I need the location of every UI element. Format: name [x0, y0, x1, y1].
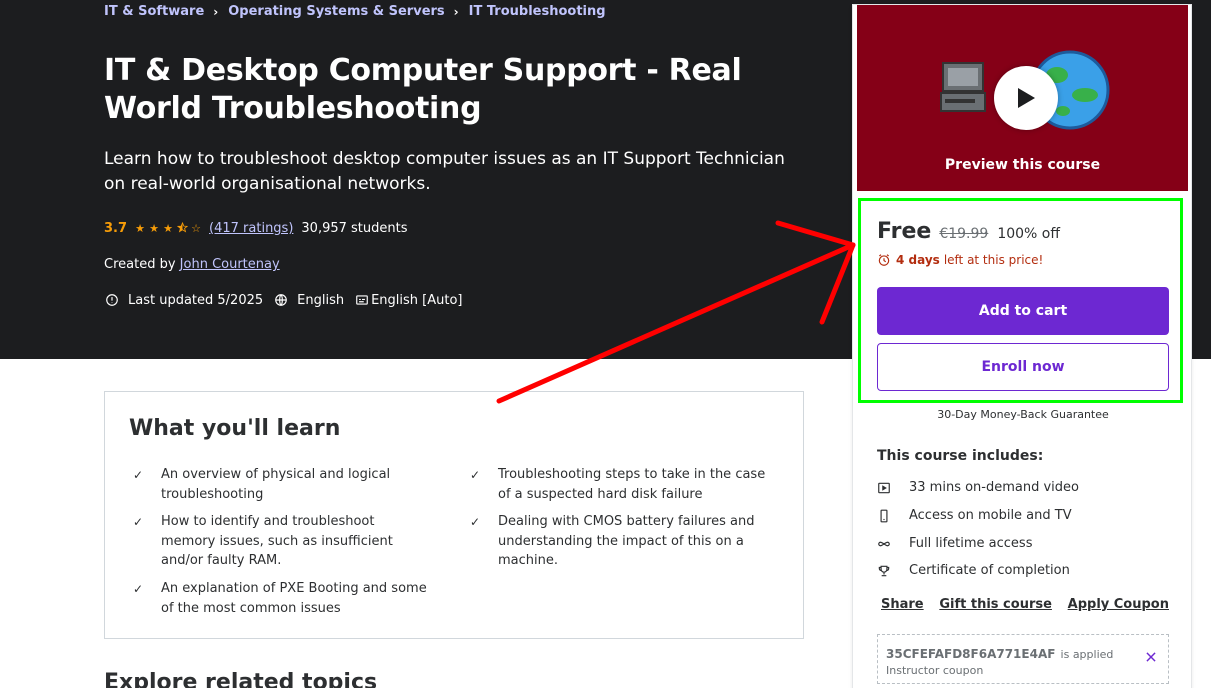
breadcrumb: IT & Software › Operating Systems & Serv…: [104, 4, 606, 19]
include-item-lifetime: Full lifetime access: [877, 536, 1032, 551]
star-full-icon: ★: [135, 221, 145, 235]
chevron-right-icon: ›: [453, 4, 459, 19]
learn-item: ✓ How to identify and troubleshoot memor…: [129, 512, 429, 571]
breadcrumb-item-it-software[interactable]: IT & Software: [104, 4, 204, 19]
closed-captions-icon: [354, 292, 370, 308]
check-icon: ✓: [133, 582, 144, 596]
current-price: Free: [877, 219, 932, 244]
star-full-icon: ★: [149, 221, 159, 235]
globe-icon: [273, 292, 289, 308]
course-meta: Last updated 5/2025 English English [Aut…: [104, 292, 473, 308]
gift-course-link[interactable]: Gift this course: [939, 597, 1052, 612]
created-by-label: Created by: [104, 257, 176, 272]
explore-related-topics-title: Explore related topics: [104, 670, 378, 688]
check-icon: ✓: [470, 515, 481, 529]
include-item-certificate: Certificate of completion: [877, 563, 1070, 578]
rating-value: 3.7: [104, 221, 128, 236]
language-text: English: [297, 292, 345, 308]
learn-item: ✓ Troubleshooting steps to take in the c…: [466, 465, 780, 504]
breadcrumb-item-it-troubleshooting[interactable]: IT Troubleshooting: [469, 4, 606, 19]
purchase-sidebar: Preview this course Free €19.99 100% off…: [852, 4, 1192, 688]
chevron-right-icon: ›: [213, 4, 219, 19]
coupon-type: Instructor coupon: [886, 664, 984, 677]
deadline-days: 4 days: [896, 253, 940, 267]
breadcrumb-item-operating-systems[interactable]: Operating Systems & Servers: [228, 4, 444, 19]
discount-percentage: 100% off: [997, 226, 1060, 242]
apply-coupon-link[interactable]: Apply Coupon: [1068, 597, 1169, 612]
learn-item: ✓ An explanation of PXE Booting and some…: [129, 579, 439, 618]
last-updated-text: Last updated 5/2025: [128, 292, 264, 308]
last-updated: Last updated 5/2025: [104, 292, 263, 308]
course-captions: English [Auto]: [354, 292, 463, 308]
include-item-mobile: Access on mobile and TV: [877, 508, 1072, 523]
include-item-label: Access on mobile and TV: [909, 508, 1072, 523]
share-link[interactable]: Share: [881, 597, 924, 612]
mobile-icon: [877, 509, 909, 523]
learn-item-text: An explanation of PXE Booting and some o…: [161, 581, 427, 616]
include-item-label: Certificate of completion: [909, 563, 1070, 578]
price-deadline: 4 days left at this price!: [877, 253, 1043, 267]
includes-title: This course includes:: [877, 448, 1044, 464]
sidebar-actions: Share Gift this course Apply Coupon: [881, 597, 1169, 612]
learn-item: ✓ An overview of physical and logical tr…: [129, 465, 429, 504]
rating-row: 3.7 ★ ★ ★ ☆ (417 ratings) 30,957 student…: [104, 221, 408, 236]
enroll-now-button[interactable]: Enroll now: [877, 343, 1169, 391]
learn-item-text: An overview of physical and logical trou…: [161, 467, 391, 502]
remove-coupon-icon[interactable]: [1144, 650, 1158, 664]
learn-title: What you'll learn: [129, 416, 341, 441]
deadline-text: left at this price!: [943, 253, 1044, 267]
play-preview-button[interactable]: [994, 66, 1058, 130]
students-count: 30,957 students: [301, 221, 408, 236]
include-item-label: 33 mins on-demand video: [909, 480, 1079, 495]
trophy-icon: [877, 564, 909, 578]
ratings-count-link[interactable]: (417 ratings): [209, 221, 293, 236]
star-empty-icon: ☆: [191, 221, 201, 235]
infinity-icon: [877, 537, 909, 551]
applied-coupon: 35CFEFAFD8F6A771E4AF is applied Instruct…: [877, 634, 1169, 684]
price-row: Free €19.99 100% off: [877, 219, 1060, 244]
instructor-link[interactable]: John Courtenay: [180, 257, 280, 272]
alarm-clock-icon: [878, 254, 890, 266]
add-to-cart-button[interactable]: Add to cart: [877, 287, 1169, 335]
star-half-icon: [175, 221, 189, 236]
star-full-icon: ★: [163, 221, 173, 235]
check-icon: ✓: [470, 468, 481, 482]
check-icon: ✓: [133, 515, 144, 529]
learn-item-text: Troubleshooting steps to take in the cas…: [498, 467, 766, 502]
learn-item-text: Dealing with CMOS battery failures and u…: [498, 514, 755, 568]
course-title: IT & Desktop Computer Support - Real Wor…: [104, 53, 742, 126]
video-icon: [877, 481, 909, 495]
play-icon: [1018, 88, 1035, 108]
learn-item: ✓ Dealing with CMOS battery failures and…: [466, 512, 766, 571]
include-item-label: Full lifetime access: [909, 536, 1033, 551]
include-item-video: 33 mins on-demand video: [877, 480, 1079, 495]
what-youll-learn: What you'll learn ✓ An overview of physi…: [104, 391, 804, 639]
captions-text: English [Auto]: [371, 292, 463, 308]
coupon-applied-text: is applied: [1060, 648, 1114, 661]
original-price: €19.99: [939, 226, 989, 242]
course-preview[interactable]: Preview this course: [857, 5, 1188, 191]
created-by: Created by John Courtenay: [104, 257, 280, 272]
course-subtitle: Learn how to troubleshoot desktop comput…: [104, 149, 785, 194]
check-icon: ✓: [133, 468, 144, 482]
star-rating: ★ ★ ★ ☆: [133, 221, 203, 236]
coupon-code: 35CFEFAFD8F6A771E4AF: [886, 647, 1056, 661]
money-back-guarantee: 30-Day Money-Back Guarantee: [937, 408, 1109, 421]
alert-clock-icon: [104, 292, 120, 308]
learn-item-text: How to identify and troubleshoot memory …: [161, 514, 393, 568]
course-language: English: [273, 292, 344, 308]
preview-label: Preview this course: [944, 157, 1101, 173]
